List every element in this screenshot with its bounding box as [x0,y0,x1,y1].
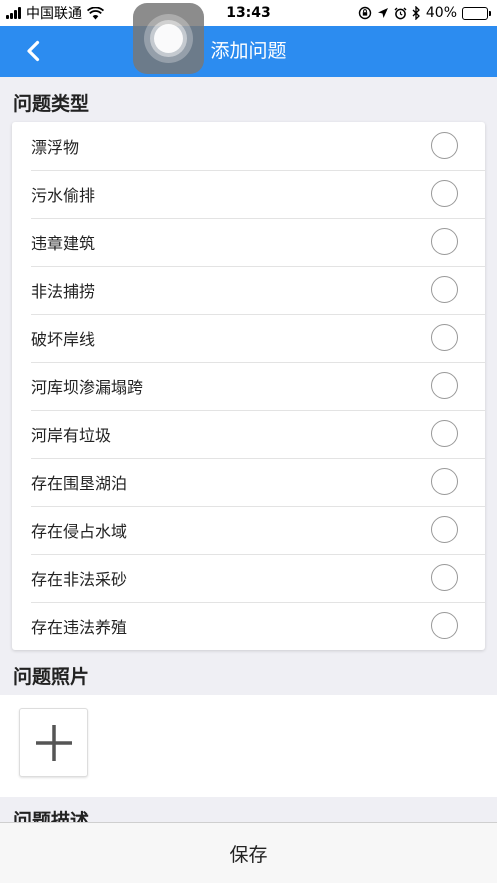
carrier-label: 中国联通 [26,6,82,22]
battery-percent: 40% [425,5,457,21]
radio-unchecked-icon[interactable] [431,180,458,207]
radio-unchecked-icon[interactable] [431,516,458,543]
option-label: 存在非法采砂 [31,570,128,589]
status-right: 40% [358,5,491,21]
problem-type-option[interactable]: 存在非法采砂 [12,554,485,602]
option-label: 违章建筑 [31,234,96,253]
location-icon [377,8,388,18]
radio-unchecked-icon[interactable] [431,564,458,591]
radio-unchecked-icon[interactable] [431,420,458,447]
radio-unchecked-icon[interactable] [431,228,458,255]
alarm-icon [394,7,407,19]
assistive-touch-button[interactable] [133,3,204,74]
status-left: 中国联通 [6,3,104,23]
bluetooth-icon [412,6,420,20]
photo-area [0,695,497,797]
problem-type-option[interactable]: 存在违法养殖 [12,602,485,650]
problem-type-list: 漂浮物 污水偷排 违章建筑 非法捕捞 破坏岸线 河库坝渗漏塌跨 河岸有垃圾 存在… [12,122,485,650]
status-bar: 中国联通 13:43 40% [0,0,497,26]
option-label: 存在围垦湖泊 [31,474,128,493]
option-label: 河库坝渗漏塌跨 [31,378,144,397]
plus-icon [35,724,72,761]
radio-unchecked-icon[interactable] [431,132,458,159]
radio-unchecked-icon[interactable] [431,372,458,399]
problem-type-option[interactable]: 违章建筑 [12,218,485,266]
option-label: 存在违法养殖 [31,618,128,637]
battery-icon [462,6,491,20]
radio-unchecked-icon[interactable] [431,612,458,639]
cellular-signal-icon [6,7,21,19]
problem-type-option[interactable]: 污水偷排 [12,170,485,218]
problem-type-option[interactable]: 存在侵占水域 [12,506,485,554]
option-label: 漂浮物 [31,138,80,157]
orientation-lock-icon [358,6,372,20]
option-label: 存在侵占水域 [31,522,128,541]
save-button[interactable]: 保存 [229,840,267,867]
section-title-problem-photo: 问题照片 [13,666,90,688]
problem-type-option[interactable]: 存在围垦湖泊 [12,458,485,506]
radio-unchecked-icon[interactable] [431,276,458,303]
option-label: 非法捕捞 [31,282,96,301]
problem-type-option[interactable]: 非法捕捞 [12,266,485,314]
problem-type-option[interactable]: 破坏岸线 [12,314,485,362]
app-screen: 中国联通 13:43 40% 添加问题 问题类型 漂浮物 污水偷排 违章建筑 非… [0,0,497,883]
option-label: 污水偷排 [31,186,96,205]
page-title: 添加问题 [210,40,287,62]
problem-type-option[interactable]: 河库坝渗漏塌跨 [12,362,485,410]
add-photo-button[interactable] [19,708,88,777]
section-title-problem-type: 问题类型 [13,93,90,115]
save-bar: 保存 [0,822,497,883]
nav-bar: 添加问题 [0,26,497,77]
problem-type-option[interactable]: 河岸有垃圾 [12,410,485,458]
radio-unchecked-icon[interactable] [431,324,458,351]
radio-unchecked-icon[interactable] [431,468,458,495]
option-label: 破坏岸线 [31,330,96,349]
wifi-icon [87,6,104,19]
option-label: 河岸有垃圾 [31,426,112,445]
problem-type-option[interactable]: 漂浮物 [12,122,485,170]
